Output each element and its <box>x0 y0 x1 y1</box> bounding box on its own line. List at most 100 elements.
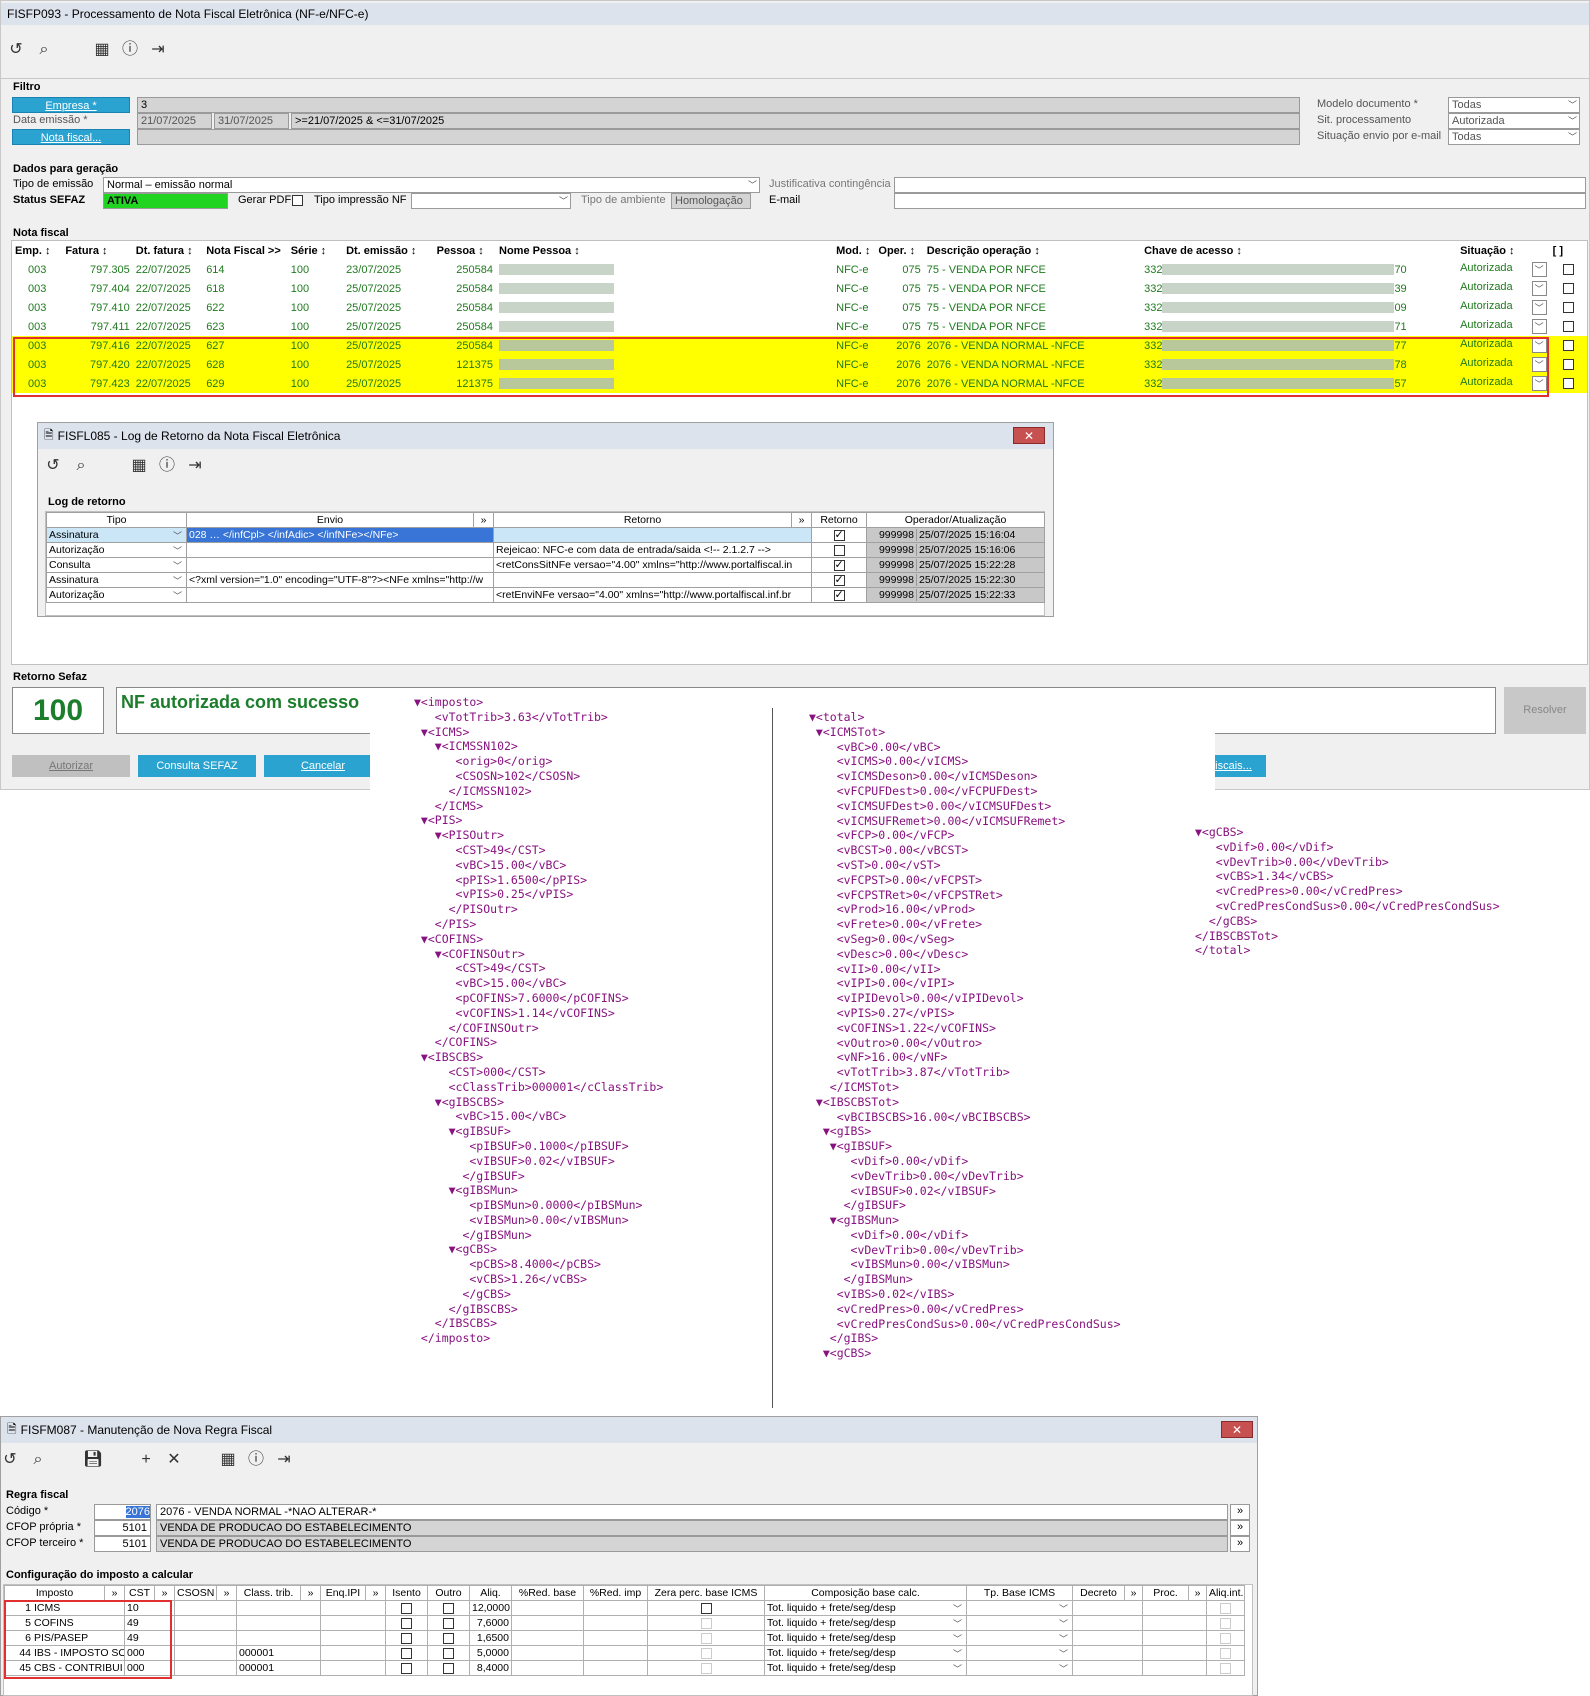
column-header[interactable]: Proc. <box>1142 1585 1189 1601</box>
column-header[interactable]: Enq.IPI <box>320 1585 366 1601</box>
column-header[interactable]: » <box>154 1585 175 1601</box>
help-icon[interactable]: ⓘ <box>121 41 139 59</box>
composicao-cell[interactable]: Tot. liquido + frete/seg/desp ﹀ <box>764 1630 967 1646</box>
outro-cell[interactable] <box>427 1645 470 1661</box>
imposto-row[interactable]: 6 PIS/PASEP 49 1,6500 Tot. liquido + frete/s… <box>4 1630 1245 1646</box>
imposto-row[interactable]: 1 ICMS 10 12,0000 Tot. liquido + frete/seg/d… <box>4 1600 1245 1616</box>
column-header[interactable]: Mod. ↕ <box>833 241 875 260</box>
column-header[interactable]: Zera perc. base ICMS <box>647 1585 765 1601</box>
search-icon[interactable]: ⌕ <box>35 41 53 59</box>
table-row[interactable]: 003 797.305 22/07/2025 614 100 23/07/2025 2505… <box>12 260 1587 279</box>
zera-perc-cell[interactable] <box>647 1660 765 1676</box>
chevron-down-icon[interactable]: ﹀ <box>173 589 184 602</box>
row-checkbox[interactable] <box>1550 317 1587 336</box>
delete-icon[interactable]: ✕ <box>165 1451 183 1469</box>
column-header[interactable]: Oper. ↕ <box>875 241 923 260</box>
zera-perc-cell[interactable] <box>647 1630 765 1646</box>
column-header[interactable]: Aliq. <box>469 1585 512 1601</box>
column-header[interactable]: %Red. imp <box>583 1585 648 1601</box>
row-checkbox[interactable] <box>1550 298 1587 317</box>
tp-base-icms-cell[interactable]: ﹀ <box>966 1660 1073 1676</box>
zera-perc-cell[interactable] <box>647 1600 765 1616</box>
column-header[interactable]: Nome Pessoa ↕ <box>496 241 833 260</box>
aliq-int-cell[interactable] <box>1206 1630 1245 1646</box>
isento-cell[interactable] <box>385 1615 428 1631</box>
column-header[interactable]: Outro <box>427 1585 470 1601</box>
cfop-terceiro-lookup-button[interactable]: » <box>1230 1536 1250 1552</box>
tipo-emissao-select[interactable]: Normal – emissão normal ﹀ <box>103 177 760 193</box>
help-icon[interactable]: ⓘ <box>247 1451 265 1469</box>
column-header[interactable]: Composição base calc. <box>764 1585 967 1601</box>
chevron-down-icon[interactable]: ﹀ <box>1531 319 1547 334</box>
undo-icon[interactable]: ↺ <box>44 457 62 475</box>
log-retorno-check[interactable] <box>811 557 867 573</box>
isento-cell[interactable] <box>385 1660 428 1676</box>
column-header[interactable]: » <box>300 1585 321 1601</box>
tipo-impressao-select[interactable]: ﹀ <box>411 193 571 209</box>
column-header[interactable]: Dt. emissão ↕ <box>343 241 434 260</box>
composicao-cell[interactable]: Tot. liquido + frete/seg/desp ﹀ <box>764 1645 967 1661</box>
table-row[interactable]: 003 797.410 22/07/2025 622 100 25/07/2025 2505… <box>12 298 1587 317</box>
row-checkbox[interactable] <box>1550 374 1587 393</box>
imposto-row[interactable]: 5 COFINS 49 7,6000 Tot. liquido + frete/seg/… <box>4 1615 1245 1631</box>
table-row[interactable]: 003 797.411 22/07/2025 623 100 25/07/2025 2505… <box>12 317 1587 336</box>
undo-icon[interactable]: ↺ <box>1 1451 19 1469</box>
chevron-down-icon[interactable]: ﹀ <box>173 544 184 557</box>
column-header[interactable]: Descrição operação ↕ <box>924 241 1141 260</box>
chevron-down-icon[interactable]: ﹀ <box>173 529 184 542</box>
aliq-int-cell[interactable] <box>1206 1645 1245 1661</box>
column-header[interactable]: CST <box>124 1585 155 1601</box>
row-checkbox[interactable] <box>1550 336 1587 355</box>
codigo-lookup-button[interactable]: » <box>1230 1504 1250 1520</box>
chevron-down-icon[interactable]: ﹀ <box>173 559 184 572</box>
log-row[interactable]: Autorização ﹀ <retEnviNFe versao="4.00" xm… <box>46 587 1045 603</box>
column-header[interactable]: » <box>365 1585 386 1601</box>
composicao-cell[interactable]: Tot. liquido + frete/seg/desp ﹀ <box>764 1660 967 1676</box>
column-header[interactable]: Fatura ↕ <box>62 241 132 260</box>
imposto-row[interactable]: 44 IBS - IMPOSTO SO 000 000001 5,0000 Tot. li… <box>4 1645 1245 1661</box>
envio-select[interactable]: Todas ﹀ <box>1448 129 1580 145</box>
cancelar-button[interactable]: Cancelar <box>264 755 382 777</box>
column-header[interactable]: Imposto <box>4 1585 105 1601</box>
exit-icon[interactable]: ⇥ <box>275 1451 293 1469</box>
tp-base-icms-cell[interactable]: ﹀ <box>966 1645 1073 1661</box>
gerar-pdf-checkbox[interactable] <box>292 194 303 206</box>
chevron-down-icon[interactable]: ﹀ <box>173 574 184 587</box>
composicao-cell[interactable]: Tot. liquido + frete/seg/desp ﹀ <box>764 1615 967 1631</box>
column-header[interactable]: [ ] <box>1550 241 1587 260</box>
column-header[interactable]: Série ↕ <box>288 241 343 260</box>
outro-cell[interactable] <box>427 1615 470 1631</box>
column-header[interactable]: Envio <box>186 512 474 528</box>
data-from-input[interactable]: 21/07/2025 <box>137 113 212 129</box>
column-header[interactable]: » <box>1188 1585 1207 1601</box>
cfop-propria-input[interactable]: 5101 <box>94 1520 151 1536</box>
column-header[interactable]: » <box>473 512 494 528</box>
outro-cell[interactable] <box>427 1600 470 1616</box>
outro-cell[interactable] <box>427 1630 470 1646</box>
data-expression-input[interactable]: >=21/07/2025 & <=31/07/2025 <box>291 113 1300 129</box>
column-header[interactable]: Class. trib. <box>236 1585 301 1601</box>
row-checkbox[interactable] <box>1550 355 1587 374</box>
log-row[interactable]: Assinatura ﹀ <?xml version="1.0" encoding=… <box>46 572 1045 588</box>
calendar-icon[interactable]: ▦ <box>219 1451 237 1469</box>
calendar-icon[interactable]: ▦ <box>93 41 111 59</box>
column-header[interactable]: Situação ↕ <box>1457 241 1550 260</box>
tp-base-icms-cell[interactable]: ﹀ <box>966 1630 1073 1646</box>
column-header[interactable]: Isento <box>385 1585 428 1601</box>
column-header[interactable]: CSOSN <box>174 1585 217 1601</box>
log-retorno-check[interactable] <box>811 542 867 558</box>
cfop-propria-lookup-button[interactable]: » <box>1230 1520 1250 1536</box>
nota-fiscal-button[interactable]: Nota fiscal... <box>12 129 130 145</box>
calendar-icon[interactable]: ▦ <box>130 457 148 475</box>
justificativa-input[interactable] <box>894 177 1586 193</box>
aliq-int-cell[interactable] <box>1206 1600 1245 1616</box>
close-icon[interactable]: ✕ <box>1013 427 1045 444</box>
column-header[interactable]: Retorno <box>493 512 792 528</box>
save-icon[interactable]: 💾︎ <box>83 1451 103 1469</box>
cfop-terceiro-input[interactable]: 5101 <box>94 1536 151 1552</box>
zera-perc-cell[interactable] <box>647 1645 765 1661</box>
chevron-down-icon[interactable]: ﹀ <box>1531 281 1547 296</box>
isento-cell[interactable] <box>385 1645 428 1661</box>
search-icon[interactable]: ⌕ <box>29 1451 47 1469</box>
isento-cell[interactable] <box>385 1600 428 1616</box>
